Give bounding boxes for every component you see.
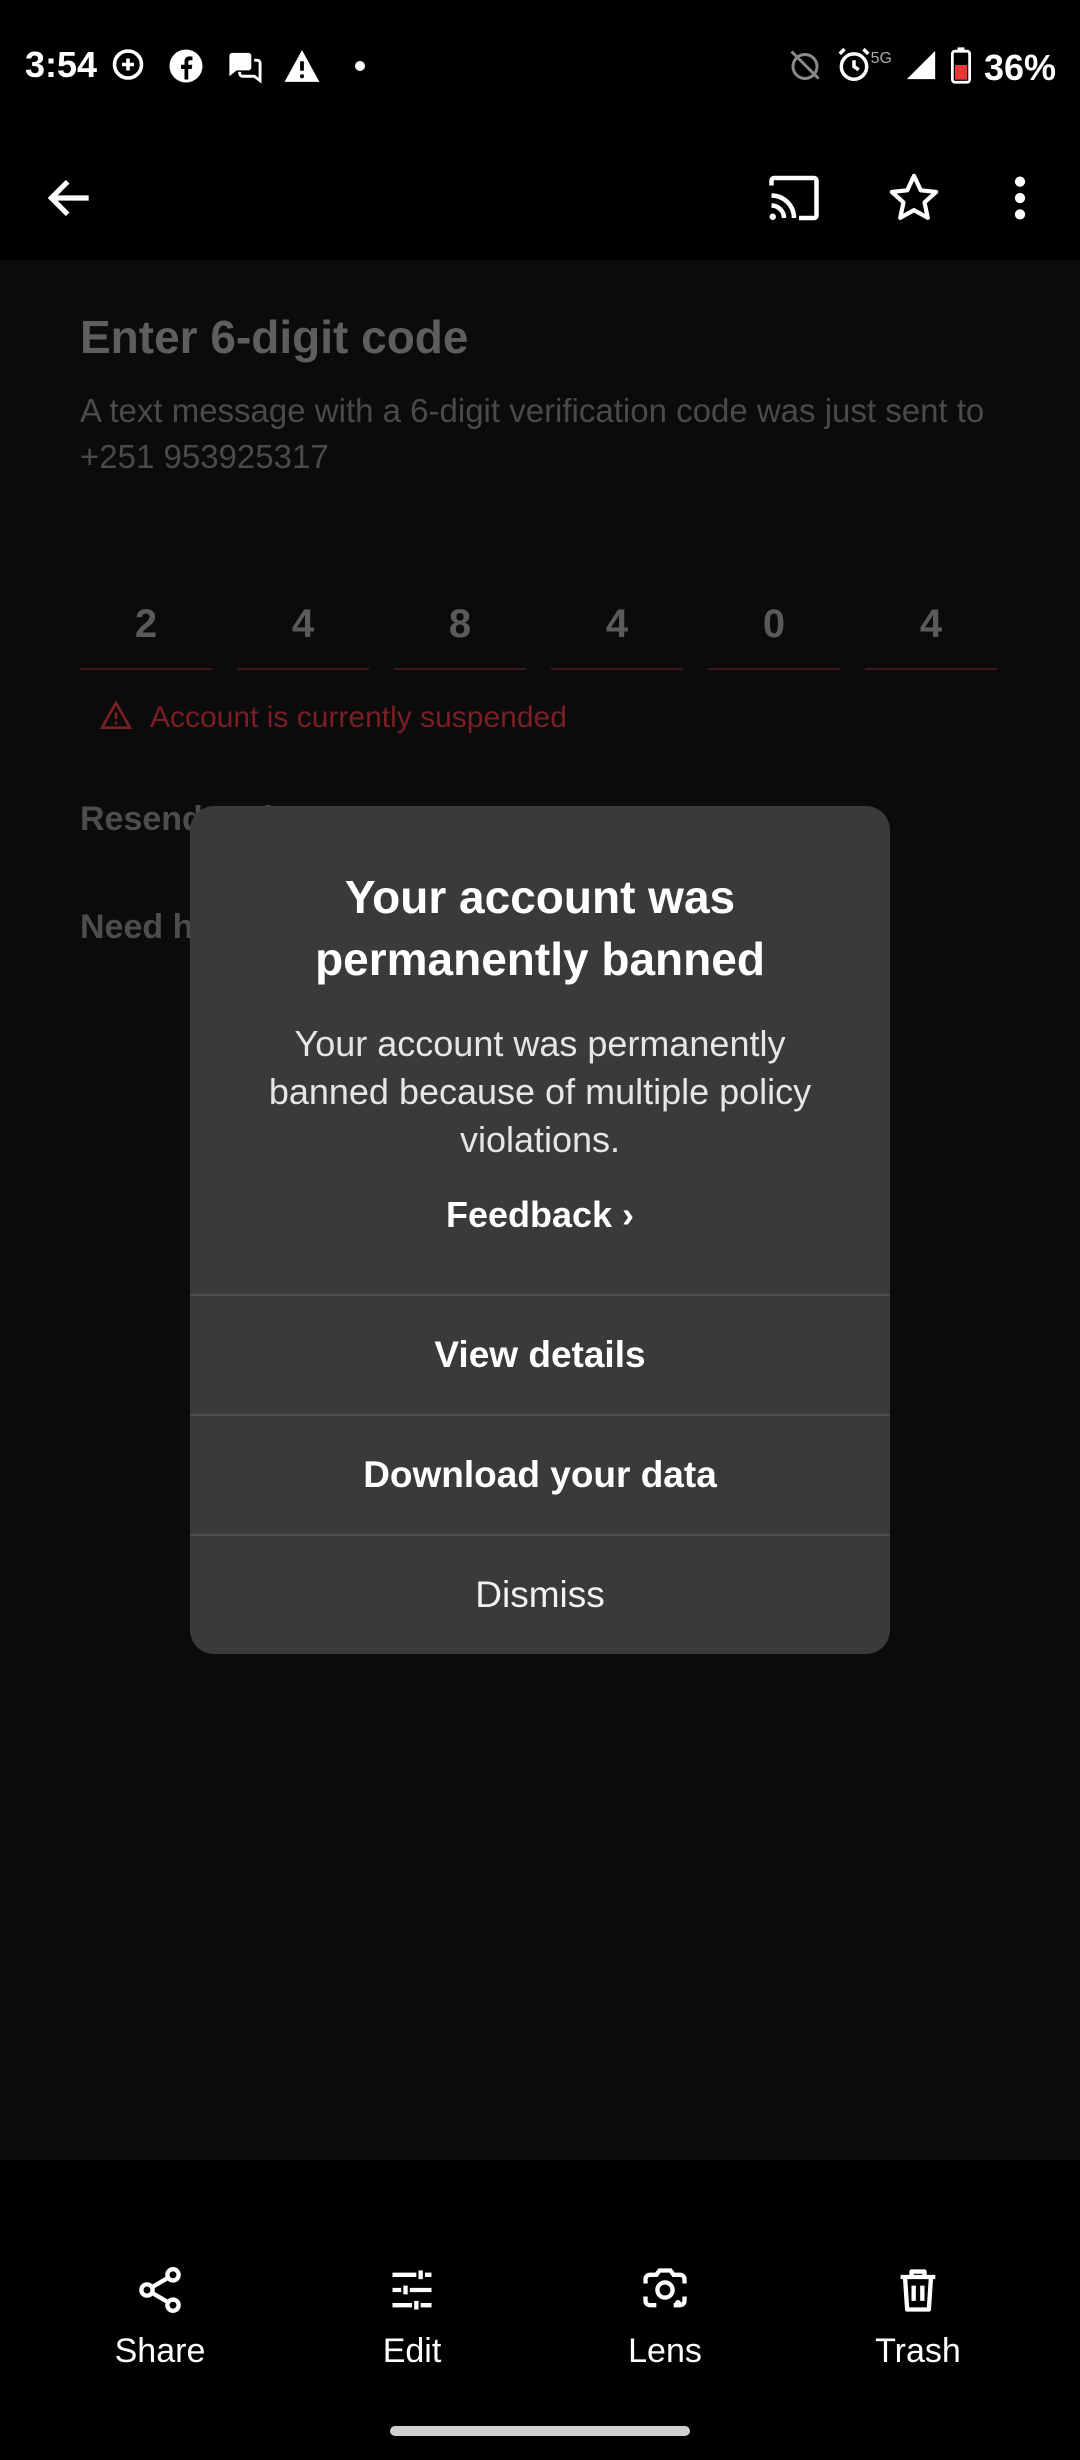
- verification-subtitle: A text message with a 6-digit verificati…: [80, 392, 985, 475]
- more-options-button[interactable]: [982, 160, 1058, 236]
- error-message: Account is currently suspended: [99, 700, 567, 735]
- home-indicator[interactable]: [390, 2426, 690, 2436]
- lens-button[interactable]: Lens: [575, 2260, 755, 2371]
- download-data-button[interactable]: Download your data: [190, 1414, 890, 1533]
- alarm-off-icon: [787, 47, 823, 88]
- photo-actions-bar: Share Edit Lens Trash: [0, 2260, 1080, 2400]
- error-text: Account is currently suspended: [150, 700, 567, 734]
- alarm-icon: [835, 46, 873, 89]
- trash-button[interactable]: Trash: [828, 2260, 1008, 2371]
- dismiss-button[interactable]: Dismiss: [190, 1534, 890, 1653]
- feedback-link[interactable]: Feedback ›: [190, 1194, 890, 1236]
- lens-icon: [635, 2260, 695, 2320]
- edit-label: Edit: [382, 2332, 442, 2370]
- status-time: 3:54: [25, 44, 98, 85]
- edit-sliders-icon: [382, 2260, 442, 2320]
- code-digit: 0: [708, 580, 840, 670]
- messages-icon: [224, 46, 264, 86]
- system-icons: 5G 36%: [787, 46, 1056, 89]
- code-input-row: 2 4 8 4 0 4: [80, 580, 997, 670]
- dialog-body: Your account was permanently banned beca…: [268, 1023, 812, 1160]
- view-details-button[interactable]: View details: [190, 1294, 890, 1413]
- network-type: 5G: [870, 49, 892, 67]
- viewer-toolbar: [0, 130, 1080, 260]
- code-digit: 2: [80, 580, 212, 670]
- trash-icon: [888, 2260, 948, 2320]
- ban-dialog: Your account was permanently banned Your…: [190, 806, 890, 1654]
- trash-label: Trash: [875, 2332, 961, 2370]
- verification-title: Enter 6-digit code: [80, 311, 469, 363]
- code-digit: 4: [551, 580, 683, 670]
- favorite-star-button[interactable]: [876, 160, 952, 236]
- share-icon: [130, 2260, 190, 2320]
- battery-icon: [950, 46, 972, 89]
- dot-icon: [340, 46, 380, 86]
- signal-icon: [904, 48, 938, 87]
- status-bar: 3:54 5G 36%: [0, 0, 1080, 130]
- battery-level: 36%: [983, 46, 1056, 88]
- back-button[interactable]: [32, 160, 108, 236]
- facebook-icon: [166, 46, 206, 86]
- dialog-title: Your account was permanently banned: [315, 871, 765, 985]
- code-digit: 4: [237, 580, 369, 670]
- lens-label: Lens: [628, 2332, 702, 2370]
- warning-icon: [282, 46, 322, 86]
- share-label: Share: [114, 2332, 206, 2370]
- cast-button[interactable]: [756, 160, 832, 236]
- error-warning-icon: [99, 700, 133, 735]
- feedback-label: Feedback: [445, 1194, 613, 1235]
- chevron-right-icon: ›: [622, 1194, 635, 1235]
- share-button[interactable]: Share: [70, 2260, 250, 2371]
- notification-icons: [108, 46, 380, 86]
- code-digit: 8: [394, 580, 526, 670]
- chat-plus-icon: [108, 46, 148, 86]
- edit-button[interactable]: Edit: [322, 2260, 502, 2371]
- code-digit: 4: [865, 580, 997, 670]
